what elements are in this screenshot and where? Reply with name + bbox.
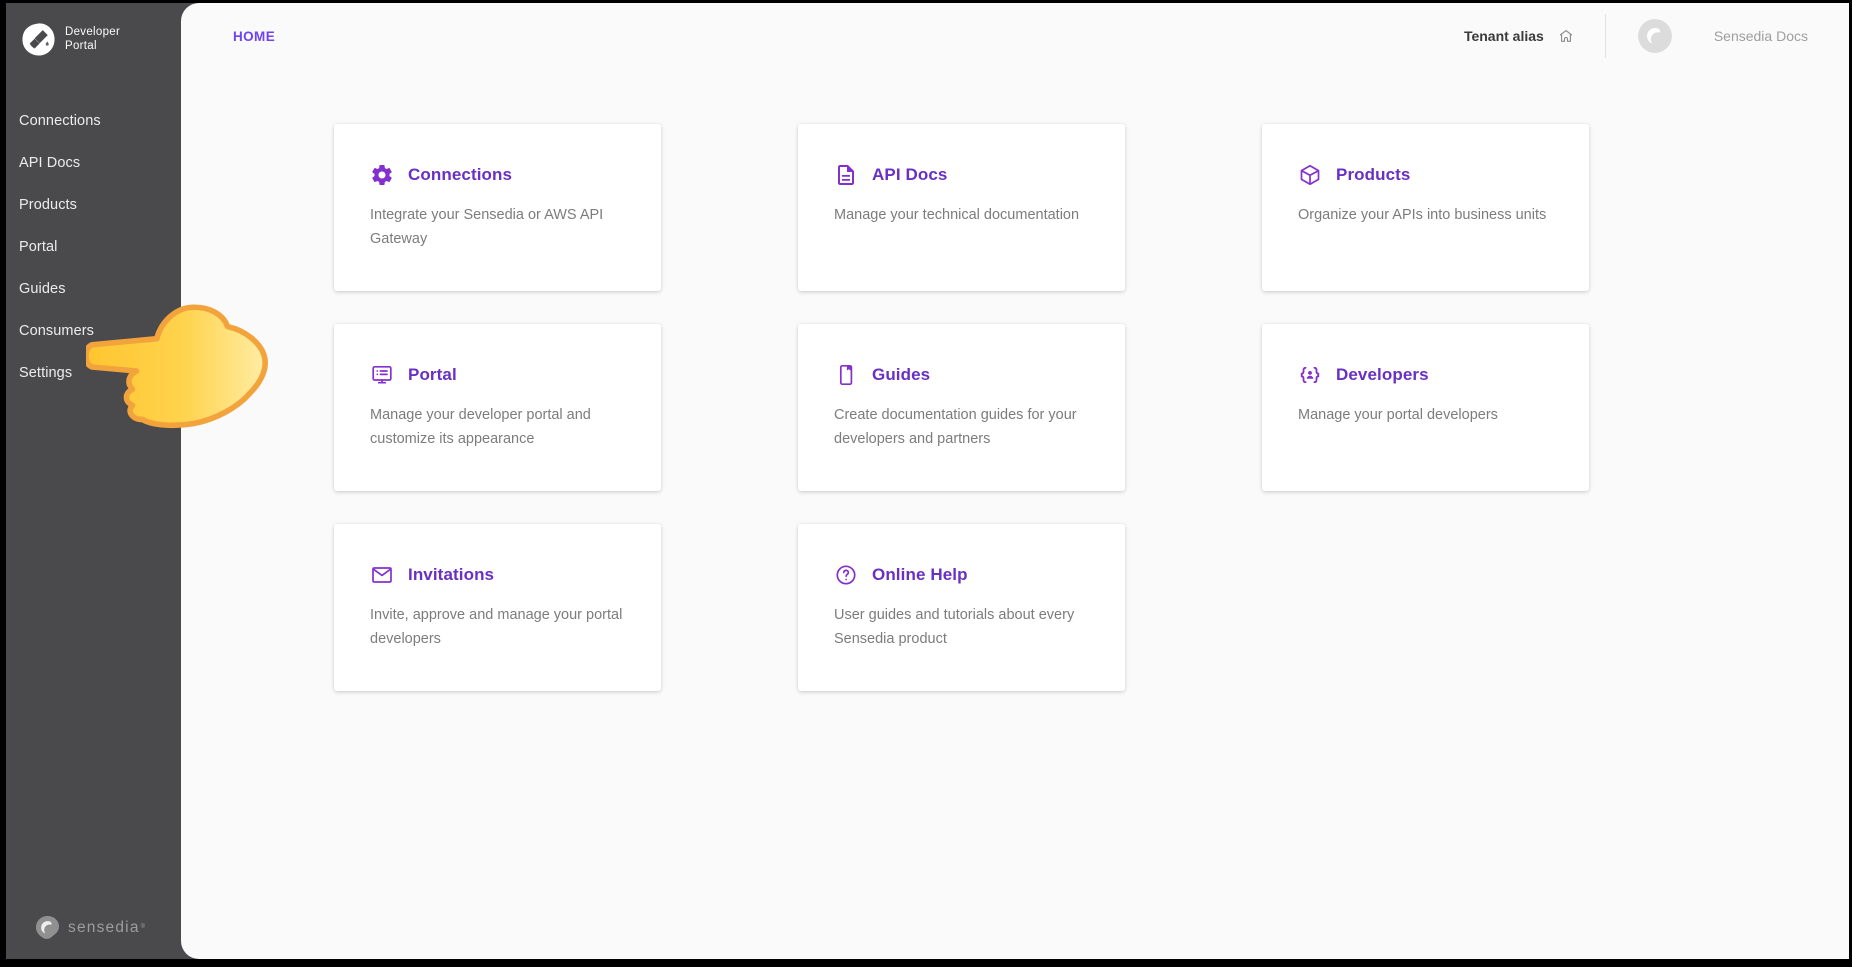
card-title: Guides [872, 365, 930, 385]
sidebar-logo: Developer Portal [6, 3, 181, 58]
sidebar-logo-text: Developer Portal [65, 26, 120, 53]
sidebar-nav: ConnectionsAPI DocsProductsPortalGuidesC… [6, 100, 181, 394]
card-description: Create documentation guides for your dev… [834, 403, 1096, 451]
home-icon[interactable] [1557, 27, 1575, 45]
sensedia-logo-icon [34, 914, 61, 941]
card-header: Portal [370, 362, 633, 388]
sidebar-item-products[interactable]: Products [6, 184, 181, 226]
sensedia-wordmark: sensedia® [68, 919, 146, 937]
card-title: Portal [408, 365, 457, 385]
sidebar-item-connections[interactable]: Connections [6, 100, 181, 142]
card-header: Products [1298, 162, 1561, 188]
card-description: User guides and tutorials about every Se… [834, 603, 1096, 651]
card-description: Organize your APIs into business units [1298, 203, 1560, 227]
sensedia-footer-brand: sensedia® [34, 914, 146, 941]
card-header: Guides [834, 362, 1097, 388]
card-header: Online Help [834, 562, 1097, 588]
card-online-help[interactable]: Online Help User guides and tutorials abo… [798, 524, 1125, 691]
monitor-list-icon [370, 363, 394, 387]
card-description: Integrate your Sensedia or AWS API Gatew… [370, 203, 632, 251]
card-title: Connections [408, 165, 512, 185]
card-description: Manage your developer portal and customi… [370, 403, 632, 451]
question-circle-icon [834, 563, 858, 587]
sidebar: Developer Portal ConnectionsAPI DocsProd… [6, 3, 181, 959]
developer-portal-logo-icon [20, 21, 57, 58]
registered-mark: ® [141, 924, 147, 930]
sidebar-item-guides[interactable]: Guides [6, 268, 181, 310]
breadcrumb-home[interactable]: HOME [233, 29, 275, 44]
document-icon [834, 163, 858, 187]
card-header: Connections [370, 162, 633, 188]
tenant-alias-label: Tenant alias [1464, 28, 1544, 44]
card-description: Invite, approve and manage your portal d… [370, 603, 632, 651]
card-title: Products [1336, 165, 1410, 185]
card-developers[interactable]: Developers Manage your portal developers [1262, 324, 1589, 491]
card-title: API Docs [872, 165, 947, 185]
cube-icon [1298, 163, 1322, 187]
sidebar-item-consumers[interactable]: Consumers [6, 310, 181, 352]
card-title: Developers [1336, 365, 1429, 385]
card-connections[interactable]: Connections Integrate your Sensedia or AW… [334, 124, 661, 291]
gear-icon [370, 163, 394, 187]
book-bookmark-icon [834, 363, 858, 387]
card-title: Online Help [872, 565, 968, 585]
sidebar-item-settings[interactable]: Settings [6, 352, 181, 394]
card-title: Invitations [408, 565, 494, 585]
topbar-right-group: Tenant alias Sensedia Docs [1464, 3, 1808, 69]
card-products[interactable]: Products Organize your APIs into business… [1262, 124, 1589, 291]
sensedia-avatar-icon[interactable] [1638, 19, 1672, 53]
cards-grid: Connections Integrate your Sensedia or AW… [181, 69, 1849, 691]
card-portal[interactable]: Portal Manage your developer portal and c… [334, 324, 661, 491]
topbar-divider [1605, 14, 1606, 58]
main-content: HOME Tenant alias Sensedia Docs Connecti… [181, 3, 1849, 959]
card-api-docs[interactable]: API Docs Manage your technical documentat… [798, 124, 1125, 291]
card-description: Manage your portal developers [1298, 403, 1560, 427]
app-window: Developer Portal ConnectionsAPI DocsProd… [6, 3, 1849, 959]
card-guides[interactable]: Guides Create documentation guides for yo… [798, 324, 1125, 491]
sidebar-item-api-docs[interactable]: API Docs [6, 142, 181, 184]
account-name: Sensedia Docs [1714, 28, 1808, 44]
card-invitations[interactable]: Invitations Invite, approve and manage yo… [334, 524, 661, 691]
sidebar-item-portal[interactable]: Portal [6, 226, 181, 268]
envelope-icon [370, 563, 394, 587]
braces-person-icon [1298, 363, 1322, 387]
card-description: Manage your technical documentation [834, 203, 1096, 227]
topbar: HOME Tenant alias Sensedia Docs [181, 3, 1849, 69]
card-header: Invitations [370, 562, 633, 588]
card-header: API Docs [834, 162, 1097, 188]
card-header: Developers [1298, 362, 1561, 388]
